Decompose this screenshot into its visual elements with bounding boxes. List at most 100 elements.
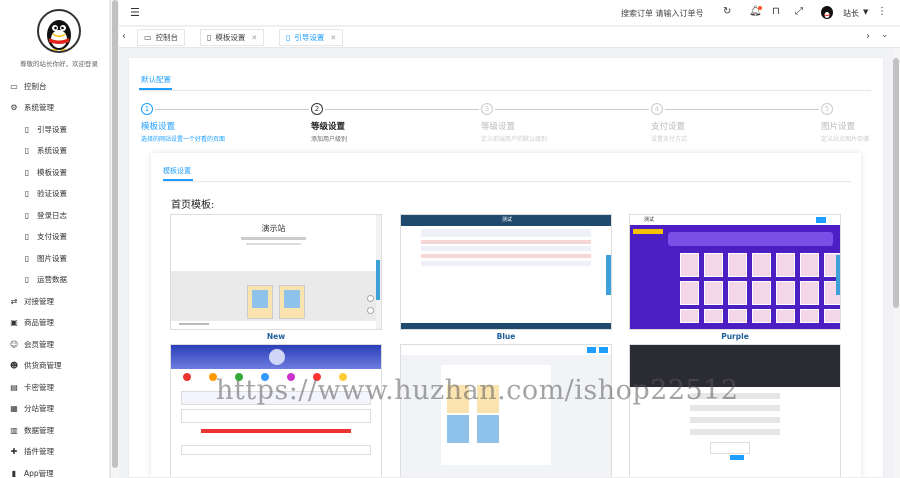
sidebar-item[interactable]: ⚙ 系统管理 <box>0 98 109 118</box>
sidebar-scroll-thumb[interactable] <box>112 0 118 468</box>
users-icon: ☺ <box>9 339 19 349</box>
document-icon: ▯ <box>207 33 212 42</box>
top-header: ☰ 搜索订单 请输入订单号 ↻ 🔔︎ ⊓ ⤢ 站长 ▼ ⋮ <box>119 0 900 26</box>
document-icon: ▯ <box>24 189 30 198</box>
document-icon: ▯ <box>24 124 30 134</box>
product-card-thumb <box>752 253 771 277</box>
sidebar-item-label: 商品管理 <box>24 318 54 327</box>
step-title: 支付设置 <box>651 122 686 132</box>
user-icon: ☻ <box>9 361 19 370</box>
tab-next-icon[interactable]: › <box>866 31 870 42</box>
user-name[interactable]: 站长 <box>843 8 859 19</box>
close-icon[interactable]: ✕ <box>330 34 336 42</box>
sidebar-item[interactable]: ▯ 支付设置 <box>0 227 109 247</box>
sidebar-item[interactable]: ☺ 会员管理 <box>0 334 109 354</box>
step-connector <box>665 109 819 110</box>
document-icon: ▯ <box>24 146 30 155</box>
template-thumb-new[interactable]: 演示站 <box>170 214 382 330</box>
template-thumb-4[interactable] <box>170 344 382 477</box>
sidebar-item-label: 运营数据 <box>37 275 67 284</box>
sidebar-item[interactable]: ☻ 供货商管理 <box>0 356 109 376</box>
step-number: 1 <box>141 103 153 115</box>
document-icon: ▯ <box>286 33 291 42</box>
template-label-blue[interactable]: Blue <box>400 332 612 341</box>
sidebar-item[interactable]: ▯ 验证设置 <box>0 184 109 204</box>
app-root: 尊敬的站长你好，欢迎登录 ▭ 控制台 ⚙ 系统管理 ▯ 引导设置 ▯ 系统设置 ▯ 模板设置 ▯ 验证… <box>0 0 900 478</box>
step-title: 等级设置 <box>311 122 346 132</box>
tab-label: 控制台 <box>155 33 179 42</box>
search-order-input[interactable]: 搜索订单 请输入订单号 <box>621 8 704 19</box>
tab-item[interactable]: ▯ 模板设置 ✕ <box>200 29 265 46</box>
refresh-icon[interactable]: ↻ <box>723 6 731 17</box>
close-icon[interactable]: ✕ <box>251 34 257 42</box>
phone-icon: ▮ <box>11 468 17 478</box>
template-thumb-6[interactable] <box>629 344 841 477</box>
template-settings-card: 模板设置 首页模板: 演示站 New 测试 Blue 测试 Purple <box>151 153 861 477</box>
document-icon: ▯ <box>24 167 30 177</box>
document-icon: ▯ <box>24 210 30 220</box>
menu-toggle-icon[interactable]: ☰ <box>130 6 140 19</box>
sidebar-item[interactable]: ▮ App管理 <box>0 463 109 478</box>
main-scroll-thumb[interactable] <box>893 58 899 308</box>
box-icon: ▣ <box>10 318 18 327</box>
product-card-thumb <box>752 281 771 305</box>
sidebar-item[interactable]: ▯ 系统设置 <box>0 141 109 161</box>
product-card-thumb <box>704 281 723 305</box>
sidebar-item[interactable]: ▯ 模板设置 <box>0 162 109 182</box>
step-connector <box>495 109 649 110</box>
preview-title: 演示站 <box>261 224 286 233</box>
gear-icon: ⚙ <box>10 103 18 112</box>
caret-down-icon[interactable]: ▼ <box>863 8 868 16</box>
sidebar-item[interactable]: ▥ 数据管理 <box>0 420 109 440</box>
template-thumb-purple[interactable]: 测试 <box>629 214 841 330</box>
main-card: 默认配置 1 模板设置 选择的网站设置一个好看的页面 2 等级设置 添加用户级别 3 等级设置… <box>128 57 884 478</box>
sidebar-item[interactable]: ▭ 控制台 <box>0 76 109 96</box>
template-thumb-blue[interactable]: 测试 <box>400 214 612 330</box>
sidebar-item[interactable]: ✚ 插件管理 <box>0 442 109 462</box>
sidebar-item[interactable]: ▦ 分站管理 <box>0 399 109 419</box>
sidebar-item[interactable]: ▤ 卡密管理 <box>0 377 109 397</box>
product-card-thumb <box>704 253 723 277</box>
template-thumb-5[interactable] <box>400 344 612 477</box>
monitor-icon: ▭ <box>144 33 152 42</box>
template-label-purple[interactable]: Purple <box>629 332 841 341</box>
tab-label: 模板设置 <box>215 33 246 42</box>
sidebar: 尊敬的站长你好，欢迎登录 ▭ 控制台 ⚙ 系统管理 ▯ 引导设置 ▯ 系统设置 ▯ 模板设置 ▯ 验证… <box>0 0 110 478</box>
tab-bar: ‹ ▭ 控制台 ▯ 模板设置 ✕ ▯ 引导设置 ✕ › ⌄ <box>119 27 900 48</box>
user-avatar[interactable] <box>821 6 833 19</box>
chevron-down-icon[interactable]: ⌄ <box>881 30 889 40</box>
watermark-text: https://www.huzhan.com/ishop22512 <box>216 375 739 406</box>
tab-active-indicator <box>139 88 172 90</box>
tab-prev-icon[interactable]: ‹ <box>122 31 126 42</box>
more-vertical-icon[interactable]: ⋮ <box>877 6 887 17</box>
sidebar-item-label: 插件管理 <box>24 447 54 456</box>
product-card-thumb <box>728 309 747 323</box>
sidebar-item-label: App管理 <box>24 468 54 478</box>
inner-tab-indicator <box>163 179 193 181</box>
sidebar-item[interactable]: ▯ 登录日志 <box>0 205 109 225</box>
grid-icon: ▦ <box>10 404 18 413</box>
sidebar-scrollbar[interactable] <box>110 0 119 478</box>
tab-template-settings[interactable]: 模板设置 <box>163 166 191 176</box>
avatar[interactable] <box>37 9 81 53</box>
sidebar-item[interactable]: ▯ 引导设置 <box>0 119 109 139</box>
tab-default-config[interactable]: 默认配置 <box>141 74 171 85</box>
template-label-new[interactable]: New <box>170 332 382 341</box>
sidebar-item-label: 会员管理 <box>24 339 54 349</box>
sidebar-item[interactable]: ▣ 商品管理 <box>0 313 109 333</box>
plugin-icon: ✚ <box>10 447 18 456</box>
main-scrollbar[interactable] <box>893 48 900 478</box>
sidebar-item[interactable]: ▯ 图片设置 <box>0 248 109 268</box>
fullscreen-icon[interactable]: ⤢ <box>795 6 803 17</box>
card-icon: ▤ <box>10 382 18 392</box>
lock-icon[interactable]: ⊓ <box>772 6 780 17</box>
tab-item[interactable]: ▯ 引导设置 ✕ <box>279 29 344 46</box>
step-description: 定义站点图片存储 <box>821 136 870 143</box>
tab-item[interactable]: ▭ 控制台 <box>137 29 186 46</box>
product-card-thumb <box>776 281 795 305</box>
sidebar-item-label: 支付设置 <box>37 232 67 241</box>
inner-tab-divider <box>163 181 851 182</box>
sidebar-item[interactable]: ⇄ 对接管理 <box>0 291 109 311</box>
sidebar-item[interactable]: ▯ 运营数据 <box>0 270 109 290</box>
sidebar-item-label: 系统管理 <box>24 103 54 112</box>
